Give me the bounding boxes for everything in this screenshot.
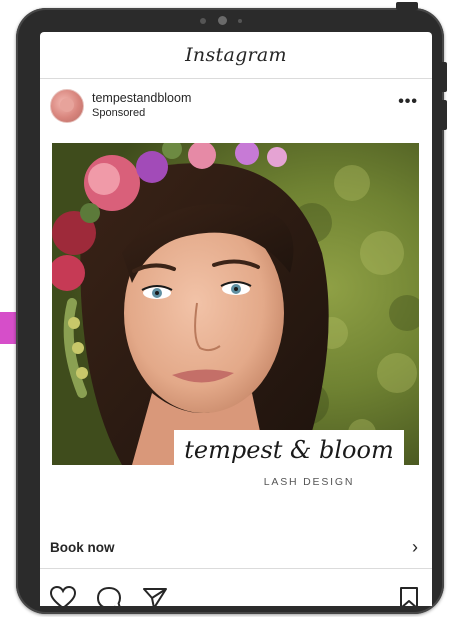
page: Instagram tempestandbloom Sponsored ••• [0, 0, 463, 617]
avatar[interactable] [50, 89, 84, 123]
bookmark-icon[interactable] [398, 586, 420, 606]
sponsored-label: Sponsored [92, 107, 146, 119]
app-title: Instagram [185, 44, 287, 66]
front-camera [196, 15, 256, 29]
portrait-photo [52, 143, 419, 465]
chevron-right-icon: › [412, 537, 418, 557]
share-icon[interactable] [142, 586, 168, 606]
app-header: Instagram [40, 32, 432, 79]
book-now-button[interactable]: Book now › [40, 528, 432, 569]
brand-script-text: tempest & bloom [184, 436, 394, 464]
power-button [396, 2, 418, 10]
brand-subtitle: LASH DESIGN [263, 476, 355, 488]
heart-icon[interactable] [50, 586, 76, 606]
post-header: tempestandbloom Sponsored ••• [40, 79, 432, 133]
cta-label: Book now [50, 540, 115, 555]
tablet-screen: Instagram tempestandbloom Sponsored ••• [40, 32, 432, 606]
comment-icon[interactable] [96, 586, 122, 606]
volume-up-button [439, 62, 447, 92]
brand-overlay: tempest & bloom LASH DESIGN [174, 430, 404, 504]
post-actions [40, 580, 432, 606]
post-username[interactable]: tempestandbloom [92, 91, 191, 105]
post-image[interactable] [52, 143, 419, 465]
more-icon[interactable]: ••• [398, 93, 418, 111]
volume-down-button [439, 100, 447, 130]
